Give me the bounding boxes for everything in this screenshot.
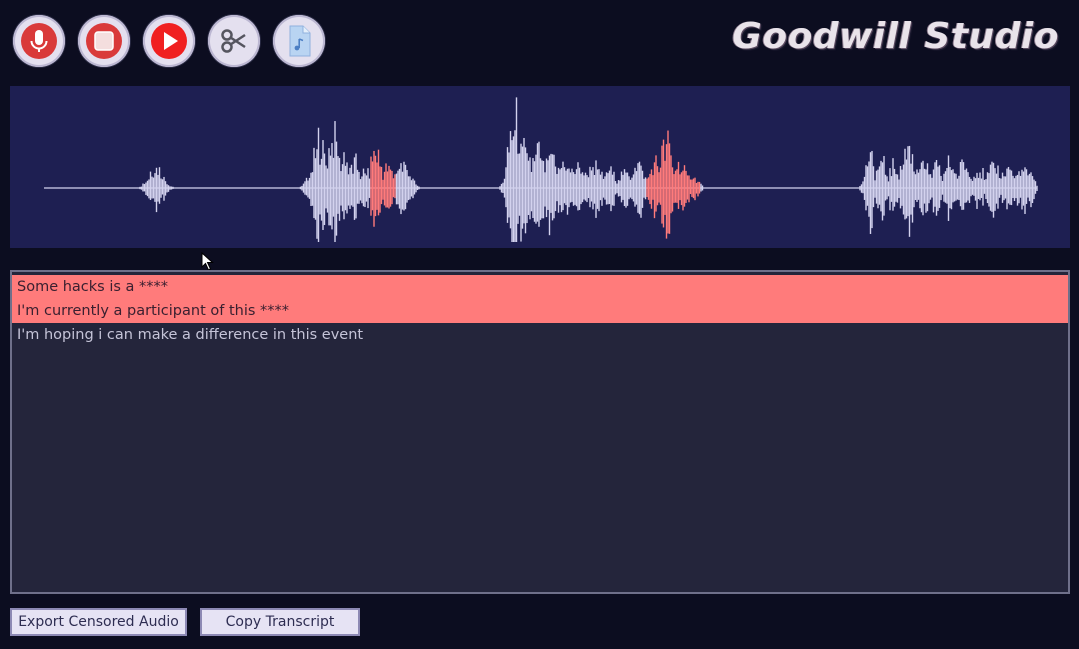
stop-button[interactable] [78,15,130,67]
microphone-icon [21,23,57,59]
scissors-icon [221,29,246,53]
export-censored-audio-button[interactable]: Export Censored Audio [10,608,187,636]
play-button[interactable] [143,15,195,67]
waveform [44,97,1038,242]
transcript-line[interactable]: I'm hoping i can make a difference in th… [12,323,1068,347]
app-logo: Goodwill Studio [732,16,1059,57]
app-window: Goodwill Studio Some hacks is a **** I'm… [0,0,1079,649]
play-icon [151,23,187,59]
transcript-line-censored[interactable]: Some hacks is a **** [12,275,1068,299]
transcript-box[interactable]: Some hacks is a **** I'm currently a par… [10,270,1070,594]
record-button[interactable] [13,15,65,67]
toolbar [13,15,325,67]
audio-file-icon [289,25,311,57]
cut-button[interactable] [208,15,260,67]
file-button[interactable] [273,15,325,67]
stop-icon [86,23,122,59]
mouse-cursor-icon [201,252,214,271]
waveform-panel[interactable] [10,86,1070,248]
copy-transcript-button[interactable]: Copy Transcript [200,608,360,636]
transcript-line-censored[interactable]: I'm currently a participant of this **** [12,299,1068,323]
